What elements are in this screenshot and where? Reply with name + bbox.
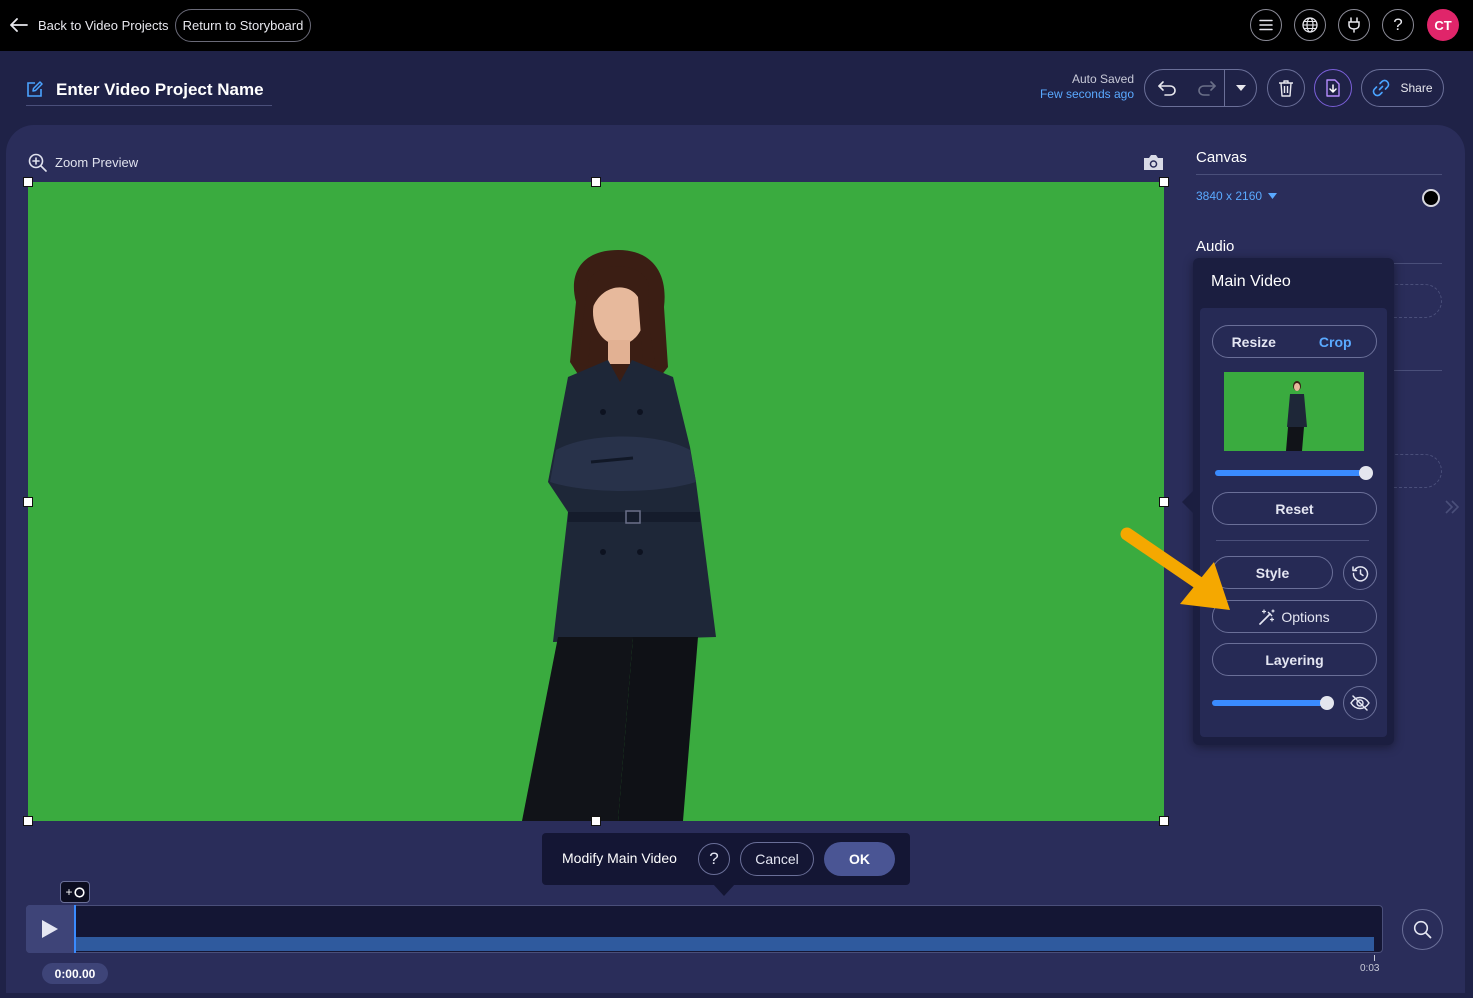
section-divider (1394, 370, 1442, 371)
return-to-storyboard-button[interactable]: Return to Storyboard (175, 9, 311, 42)
zoom-preview-label: Zoom Preview (55, 155, 139, 170)
popup-pointer (1182, 491, 1193, 513)
canvas-title: Canvas (1196, 149, 1442, 175)
play-button[interactable] (26, 905, 74, 953)
autosave-time: Few seconds ago (1039, 87, 1134, 101)
resize-handle-top-left[interactable] (23, 177, 33, 187)
snapshot-button[interactable] (1143, 154, 1164, 171)
undo-icon (1157, 80, 1177, 96)
arrow-left-icon (10, 18, 28, 32)
file-download-icon (1325, 79, 1341, 97)
resize-crop-toggle: Resize Crop (1212, 325, 1377, 358)
canvas-color-swatch[interactable] (1422, 189, 1440, 207)
resize-handle-bottom-right[interactable] (1159, 816, 1169, 826)
canvas-section: Canvas (1196, 149, 1442, 175)
video-track[interactable] (76, 937, 1374, 951)
end-time: 0:03 (1360, 963, 1380, 974)
zoom-preview-button[interactable]: Zoom Preview (28, 153, 138, 172)
scale-slider[interactable] (1215, 470, 1365, 476)
canvas-size-dropdown[interactable]: 3840 x 2160 (1196, 189, 1278, 203)
presenter-figure (522, 250, 716, 821)
delete-button[interactable] (1267, 69, 1305, 107)
double-chevron-right-icon (1444, 499, 1460, 515)
back-link-label: Back to Video Projects (38, 17, 169, 33)
magic-wand-icon (1259, 608, 1275, 625)
popup-divider (1216, 540, 1369, 541)
redo-button[interactable] (1189, 70, 1225, 106)
resize-handle-bottom[interactable] (591, 816, 601, 826)
popup-title: Main Video (1211, 273, 1291, 290)
toolbar-pointer (713, 884, 735, 896)
options-button[interactable]: Options (1212, 600, 1377, 633)
expand-panel-button[interactable] (1444, 499, 1460, 515)
video-preview-canvas[interactable] (28, 182, 1164, 821)
resize-handle-right[interactable] (1159, 497, 1169, 507)
link-icon (1372, 79, 1390, 97)
zoom-in-icon (28, 153, 47, 172)
history-controls (1144, 69, 1257, 107)
eye-off-icon (1350, 695, 1370, 711)
presenter-thumbnail (1286, 381, 1307, 451)
language-button[interactable] (1294, 9, 1326, 41)
globe-icon (1302, 17, 1318, 33)
undo-button[interactable] (1145, 70, 1189, 106)
timeline-zoom-button[interactable] (1402, 909, 1443, 950)
scale-slider-knob[interactable] (1359, 466, 1373, 480)
opacity-slider[interactable] (1212, 700, 1327, 706)
search-icon (1413, 920, 1432, 939)
autosave-status: Auto Saved Few seconds ago (1020, 72, 1134, 102)
play-icon (41, 919, 59, 939)
help-button[interactable]: ? (1382, 9, 1414, 41)
back-to-projects-link[interactable]: Back to Video Projects (10, 14, 169, 36)
style-history-button[interactable] (1343, 556, 1377, 590)
hamburger-icon (1259, 19, 1273, 31)
user-avatar[interactable]: CT (1427, 9, 1459, 41)
modify-help-button[interactable]: ? (698, 843, 730, 875)
layering-button[interactable]: Layering (1212, 643, 1377, 676)
annotation-arrow-icon (1118, 524, 1236, 616)
canvas-size-value: 3840 x 2160 (1196, 189, 1263, 203)
add-marker-button[interactable]: + (60, 881, 90, 903)
integrations-button[interactable] (1338, 9, 1370, 41)
caret-down-icon (1235, 85, 1246, 91)
project-name[interactable]: Enter Video Project Name (56, 80, 264, 100)
caret-down-icon (1268, 193, 1278, 199)
edit-icon (26, 81, 43, 98)
autosave-label: Auto Saved (1071, 72, 1134, 86)
question-mark-icon: ? (1393, 15, 1403, 34)
resize-handle-top-right[interactable] (1159, 177, 1169, 187)
history-icon (1351, 565, 1369, 582)
resize-handle-bottom-left[interactable] (23, 816, 33, 826)
project-title-row[interactable]: Enter Video Project Name (26, 74, 272, 106)
current-time: 0:00.00 (42, 963, 108, 984)
question-mark-icon: ? (709, 849, 719, 868)
end-tick (1374, 955, 1375, 961)
options-label: Options (1281, 608, 1330, 625)
menu-button[interactable] (1250, 9, 1282, 41)
camera-icon (1143, 154, 1164, 171)
history-dropdown-button[interactable] (1225, 70, 1256, 106)
plus-icon: + (65, 885, 73, 899)
cancel-button[interactable]: Cancel (740, 842, 814, 876)
playhead[interactable] (74, 905, 76, 953)
plug-icon (1347, 17, 1361, 33)
resize-handle-top[interactable] (591, 177, 601, 187)
crop-tab[interactable]: Crop (1295, 334, 1377, 350)
modify-label: Modify Main Video (562, 850, 677, 866)
share-button[interactable]: Share (1361, 69, 1444, 107)
resize-handle-left[interactable] (23, 497, 33, 507)
share-label: Share (1400, 81, 1433, 95)
visibility-toggle[interactable] (1343, 686, 1377, 720)
reset-button[interactable]: Reset (1212, 492, 1377, 525)
video-thumbnail (1224, 372, 1364, 451)
ok-button[interactable]: OK (824, 842, 895, 876)
circle-icon (73, 886, 85, 898)
export-button[interactable] (1314, 69, 1352, 107)
trash-icon (1278, 79, 1294, 97)
opacity-slider-knob[interactable] (1320, 696, 1334, 710)
resize-tab[interactable]: Resize (1213, 334, 1295, 350)
redo-icon (1197, 80, 1217, 96)
